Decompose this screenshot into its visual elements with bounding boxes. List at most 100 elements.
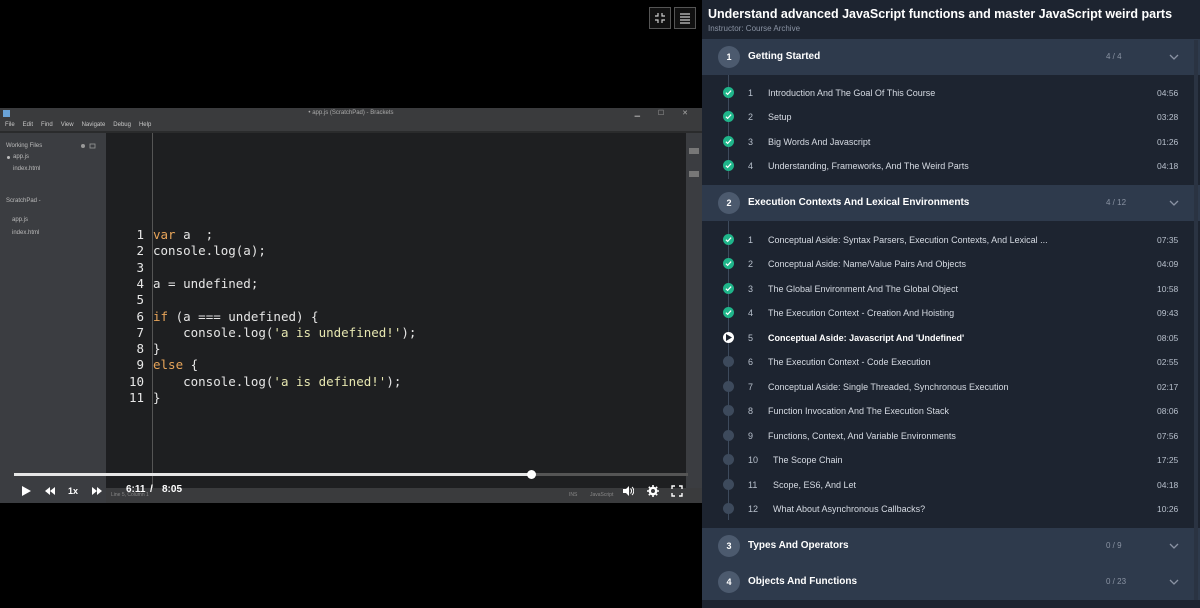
lesson-item[interactable]: 3 Big Words And Javascript 01:26 bbox=[702, 130, 1200, 154]
line-number: 9 bbox=[136, 357, 144, 373]
completed-check-icon bbox=[723, 111, 734, 123]
seek-bar[interactable] bbox=[14, 470, 688, 479]
section-header[interactable]: 3 Types And Operators 0 / 9 bbox=[702, 528, 1200, 564]
lesson-number: 2 bbox=[748, 112, 754, 123]
lesson-title: Big Words And Javascript bbox=[768, 136, 871, 147]
chevron-down-icon[interactable] bbox=[1168, 50, 1180, 62]
code-line: 1 var a ; bbox=[106, 227, 686, 243]
lesson-title: The Scope Chain bbox=[773, 455, 843, 466]
lesson-title: The Execution Context - Creation And Hoi… bbox=[768, 308, 955, 319]
section-header[interactable]: 2 Execution Contexts And Lexical Environm… bbox=[702, 185, 1200, 221]
lesson-duration: 07:56 bbox=[1157, 430, 1179, 441]
chevron-down-icon[interactable] bbox=[1168, 575, 1180, 587]
section-header[interactable]: 1 Getting Started 4 / 4 bbox=[702, 39, 1200, 75]
line-number: 11 bbox=[128, 390, 144, 405]
code-token: a = undefined; bbox=[153, 275, 259, 291]
working-files-label: Working Files bbox=[6, 143, 43, 149]
lesson-number: 1 bbox=[748, 235, 754, 245]
editor-menu-item: Help bbox=[138, 122, 152, 128]
section-number: 2 bbox=[718, 192, 740, 214]
line-number: 8 bbox=[136, 341, 144, 357]
editor-menu-item: View bbox=[60, 122, 74, 128]
time-separator: / bbox=[150, 484, 153, 495]
chevron-down-icon[interactable] bbox=[1168, 196, 1180, 208]
lesson-number: 11 bbox=[748, 479, 758, 490]
lesson-item[interactable]: 1 Introduction And The Goal Of This Cours… bbox=[702, 81, 1200, 105]
code-string: 'a is defined!' bbox=[273, 373, 387, 389]
lesson-item[interactable]: 11 Scope, ES6, And Let 04:18 bbox=[702, 473, 1200, 497]
section-title: Types And Operators bbox=[748, 540, 849, 551]
video-frame[interactable]: • app.js (ScratchPad) - Brackets ▁ ☐ ✕ F… bbox=[0, 108, 702, 503]
lesson-item-current[interactable]: 5 Conceptual Aside: Javascript And 'Undef… bbox=[702, 326, 1200, 350]
settings-button[interactable] bbox=[645, 483, 661, 499]
lesson-item[interactable]: 7 Conceptual Aside: Single Threaded, Sync… bbox=[702, 375, 1200, 399]
lesson-number: 4 bbox=[748, 308, 754, 319]
fullscreen-button[interactable] bbox=[669, 483, 685, 499]
lesson-item[interactable]: 3 The Global Environment And The Global O… bbox=[702, 277, 1200, 301]
line-number: 6 bbox=[136, 308, 144, 324]
lesson-item[interactable]: 1 Conceptual Aside: Syntax Parsers, Execu… bbox=[702, 228, 1200, 252]
editor-file-sidebar: Working Files app.js index.html ScratchP… bbox=[0, 133, 106, 503]
play-button[interactable] bbox=[18, 483, 34, 499]
code-token: a ; bbox=[175, 227, 214, 242]
section-header[interactable]: 4 Objects And Functions 0 / 23 bbox=[702, 564, 1200, 600]
pending-dot-icon bbox=[723, 502, 734, 514]
pending-dot-icon bbox=[723, 454, 734, 466]
lesson-title: Understanding, Frameworks, And The Weird… bbox=[768, 161, 969, 172]
toggle-sidebar-button[interactable] bbox=[674, 7, 696, 29]
lesson-item[interactable]: 10 The Scope Chain 17:25 bbox=[702, 448, 1200, 472]
code-token: console.log(a); bbox=[153, 243, 266, 259]
lesson-item[interactable]: 6 The Execution Context - Code Execution 0… bbox=[702, 350, 1200, 374]
code-line: 9 else { bbox=[106, 357, 686, 373]
code-text: console.log('a is undefined!'); bbox=[153, 325, 416, 341]
live-preview-icon bbox=[689, 148, 699, 154]
editor-menubar: File Edit Find View Navigate Debug Help bbox=[0, 119, 702, 132]
code-string: 'a is undefined!' bbox=[273, 324, 402, 340]
lesson-item[interactable]: 8 Function Invocation And The Execution S… bbox=[702, 399, 1200, 423]
current-time: 6:11 bbox=[126, 484, 146, 495]
completed-check-icon bbox=[723, 87, 734, 98]
forward-button[interactable] bbox=[89, 483, 105, 499]
completed-check-icon bbox=[723, 307, 734, 319]
lesson-item[interactable]: 2 Setup 03:28 bbox=[702, 105, 1200, 129]
code-token: ); bbox=[386, 373, 402, 389]
line-number: 10 bbox=[128, 373, 144, 389]
exit-fullscreen-button[interactable] bbox=[649, 7, 671, 29]
pending-dot-icon bbox=[723, 405, 734, 417]
code-line: 10 console.log('a is defined!'); bbox=[106, 374, 686, 390]
section-progress-count: 4 / 4 bbox=[1106, 52, 1122, 61]
lesson-number: 1 bbox=[748, 88, 754, 98]
lesson-item[interactable]: 4 The Execution Context - Creation And Ho… bbox=[702, 301, 1200, 325]
rewind-button[interactable] bbox=[42, 483, 58, 499]
panel-scrollbar[interactable] bbox=[1194, 40, 1198, 600]
lesson-item[interactable]: 4 Understanding, Frameworks, And The Weir… bbox=[702, 154, 1200, 178]
lesson-item[interactable]: 9 Functions, Context, And Variable Enviro… bbox=[702, 424, 1200, 448]
compress-icon bbox=[655, 13, 665, 23]
list-icon bbox=[680, 13, 690, 24]
lesson-number: 9 bbox=[748, 430, 754, 441]
code-token: ); bbox=[401, 324, 417, 340]
code-line: 4 a = undefined; bbox=[106, 276, 686, 292]
playback-speed-button[interactable]: 1x bbox=[64, 483, 82, 499]
lesson-item[interactable]: 2 Conceptual Aside: Name/Value Pairs And … bbox=[702, 252, 1200, 276]
code-token: console.log( bbox=[153, 373, 274, 389]
lesson-duration: 08:06 bbox=[1157, 406, 1179, 417]
gear-icon bbox=[647, 485, 659, 497]
lesson-title: Conceptual Aside: Javascript And 'Undefi… bbox=[768, 332, 965, 343]
editor-right-rail bbox=[686, 133, 702, 503]
code-token: } bbox=[153, 390, 161, 405]
lesson-duration: 09:43 bbox=[1157, 308, 1179, 319]
lesson-title: Conceptual Aside: Syntax Parsers, Execut… bbox=[768, 235, 1048, 245]
chevron-down-icon[interactable] bbox=[1168, 539, 1180, 551]
lesson-number: 7 bbox=[748, 381, 754, 392]
pending-dot-icon bbox=[723, 429, 734, 441]
volume-button[interactable] bbox=[620, 483, 636, 499]
lesson-item[interactable]: 12 What About Asynchronous Callbacks? 10:2… bbox=[702, 497, 1200, 521]
completed-check-icon bbox=[723, 135, 734, 147]
fullscreen-icon bbox=[671, 485, 683, 497]
lesson-number: 12 bbox=[748, 503, 759, 514]
curriculum-panel: Understand advanced JavaScript functions… bbox=[702, 0, 1200, 608]
code-text: a = undefined; bbox=[153, 276, 258, 292]
lesson-title: The Global Environment And The Global Ob… bbox=[768, 283, 958, 294]
seek-bar-progress bbox=[14, 473, 532, 476]
